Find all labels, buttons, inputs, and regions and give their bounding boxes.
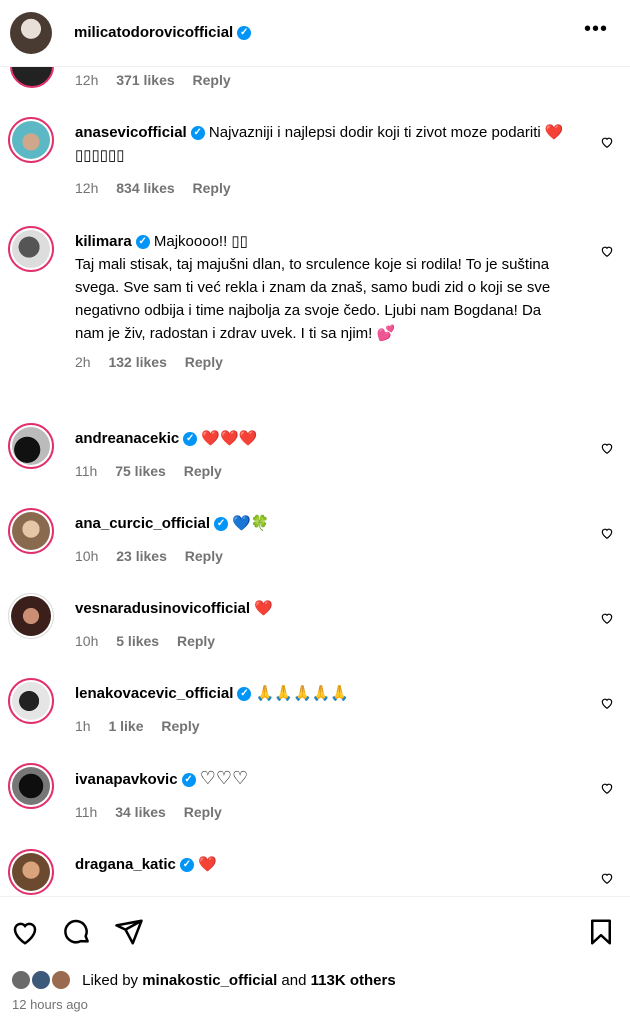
comment-icon[interactable]	[62, 917, 92, 947]
liked-by-row: Liked by minakostic_official and 113K ot…	[10, 969, 396, 991]
comment-likes[interactable]: 132 likes	[108, 354, 166, 370]
comment-username[interactable]: anasevicofficial	[75, 124, 187, 141]
comment-username[interactable]: vesnaradusinovicofficial	[75, 600, 250, 617]
comment-time: 12h	[75, 180, 99, 196]
comment-emoji: ❤️	[254, 600, 273, 617]
comment-avatar[interactable]	[8, 678, 54, 724]
author-avatar[interactable]	[10, 12, 52, 54]
comment-emoji: 🙏🙏🙏🙏🙏	[255, 685, 349, 702]
liker-avatar	[50, 969, 72, 991]
verified-badge-icon: ✓	[179, 858, 194, 873]
share-icon[interactable]	[114, 917, 144, 947]
save-bookmark-icon[interactable]	[586, 917, 616, 947]
comment-time: 2h	[75, 354, 91, 370]
comment-likes[interactable]: 371 likes	[116, 72, 174, 88]
verified-badge-icon: ✓	[214, 517, 229, 532]
comment-body: vesnaradusinovicofficial ❤️ 10h 5 likes …	[75, 597, 570, 653]
verified-badge-icon: ✓	[181, 773, 196, 788]
like-heart-icon[interactable]	[600, 611, 614, 625]
post-time-ago[interactable]: 12 hours ago	[12, 997, 88, 1012]
comment-time: 11h	[75, 463, 98, 479]
comment-emoji: ❤️	[544, 124, 564, 141]
comment-avatar[interactable]	[8, 849, 54, 895]
like-heart-icon[interactable]	[600, 244, 614, 258]
comment-emoji: 💕	[376, 325, 396, 342]
like-heart-icon[interactable]	[600, 696, 614, 710]
comment-time: 11h	[75, 804, 98, 820]
comment-emoji: ❤️❤️❤️	[201, 430, 258, 447]
liked-by-prefix: Liked by	[82, 971, 143, 989]
reply-button[interactable]: Reply	[193, 180, 231, 196]
comment-body: ivanapavkovic ✓ ♡♡♡ 11h 34 likes Reply	[75, 767, 570, 824]
reply-button[interactable]: Reply	[161, 718, 199, 734]
comment-emoji: ♡♡♡	[199, 768, 249, 788]
liked-by-mid: and	[277, 971, 311, 989]
comment-username[interactable]: kilimara	[75, 233, 132, 250]
comment-username[interactable]: lenakovacevic_official	[75, 685, 233, 702]
comment-username[interactable]: ivanapavkovic	[75, 771, 178, 788]
verified-badge-icon: ✓	[237, 687, 252, 702]
comment-avatar[interactable]	[8, 763, 54, 809]
reply-button[interactable]: Reply	[185, 548, 223, 564]
comment-body: ana_curcic_official ✓ 💙🍀 10h 23 likes Rep…	[75, 512, 570, 568]
comment-avatar[interactable]	[8, 117, 54, 163]
like-heart-icon[interactable]	[600, 526, 614, 540]
like-icon[interactable]	[10, 917, 40, 947]
reply-button[interactable]: Reply	[185, 354, 223, 370]
liked-by-user[interactable]: minakostic_official	[142, 972, 277, 989]
comment-body: andreanacekic ✓ ❤️❤️❤️ 11h 75 likes Reply	[75, 427, 570, 483]
comment-body: dragana_katic ✓ ❤️	[75, 853, 570, 876]
comment-username[interactable]: dragana_katic	[75, 856, 176, 873]
verified-badge-icon: ✓	[135, 235, 150, 250]
comment-trailing: ▯▯▯▯▯▯	[75, 147, 125, 164]
like-heart-icon[interactable]	[600, 441, 614, 455]
comment-likes[interactable]: 834 likes	[116, 180, 174, 196]
comment-likes[interactable]: 75 likes	[115, 463, 166, 479]
liked-by-avatars[interactable]	[10, 969, 74, 991]
comment-emoji: 💙🍀	[232, 515, 270, 532]
comment-avatar[interactable]	[8, 423, 54, 469]
post-actions: Liked by minakostic_official and 113K ot…	[0, 896, 630, 1025]
comment-avatar[interactable]	[8, 508, 54, 554]
comment-username[interactable]: andreanacekic	[75, 430, 179, 447]
comment-text: Majkoooo!! ▯▯ Taj mali stisak, taj majuš…	[75, 233, 551, 342]
verified-badge-icon: ✓	[183, 432, 198, 447]
comment-body: lenakovacevic_official ✓ 🙏🙏🙏🙏🙏 1h 1 like …	[75, 682, 570, 738]
like-heart-icon[interactable]	[600, 781, 614, 795]
comment-likes[interactable]: 5 likes	[116, 633, 159, 649]
reply-button[interactable]: Reply	[184, 804, 222, 820]
reply-button[interactable]: Reply	[184, 463, 222, 479]
author-username-row[interactable]: milicatodorovicofficial ✓	[74, 24, 252, 41]
comment-time: 12h	[75, 72, 99, 88]
post-header: milicatodorovicofficial ✓ •••	[0, 0, 630, 67]
partial-comment: 12h 371 likes Reply	[0, 66, 630, 102]
comment-body: anasevicofficial ✓ Najvazniji i najlepsi …	[75, 121, 570, 200]
like-heart-icon[interactable]	[600, 871, 614, 885]
comment-avatar[interactable]	[8, 226, 54, 272]
liker-avatar	[10, 969, 32, 991]
comment-avatar[interactable]	[8, 593, 54, 639]
reply-button[interactable]: Reply	[193, 72, 231, 88]
comment-time: 10h	[75, 633, 99, 649]
liked-by-count[interactable]: 113K others	[311, 972, 396, 989]
verified-badge-icon: ✓	[237, 26, 252, 41]
like-heart-icon[interactable]	[600, 135, 614, 149]
comment-likes[interactable]: 1 like	[108, 718, 143, 734]
author-username[interactable]: milicatodorovicofficial	[74, 24, 233, 41]
comment-emoji: ❤️	[198, 856, 217, 873]
comment-time: 1h	[75, 718, 91, 734]
reply-button[interactable]: Reply	[177, 633, 215, 649]
comment-likes[interactable]: 23 likes	[116, 548, 167, 564]
comment-time: 10h	[75, 548, 99, 564]
more-options-icon[interactable]: •••	[584, 18, 608, 41]
liker-avatar	[30, 969, 52, 991]
comment-username[interactable]: ana_curcic_official	[75, 515, 210, 532]
comment-likes[interactable]: 34 likes	[115, 804, 166, 820]
comment-body: kilimara ✓ Majkoooo!! ▯▯ Taj mali stisak,…	[75, 230, 570, 374]
verified-badge-icon: ✓	[190, 126, 205, 141]
comment-text: Najvazniji i najlepsi dodir koji ti zivo…	[208, 124, 541, 141]
